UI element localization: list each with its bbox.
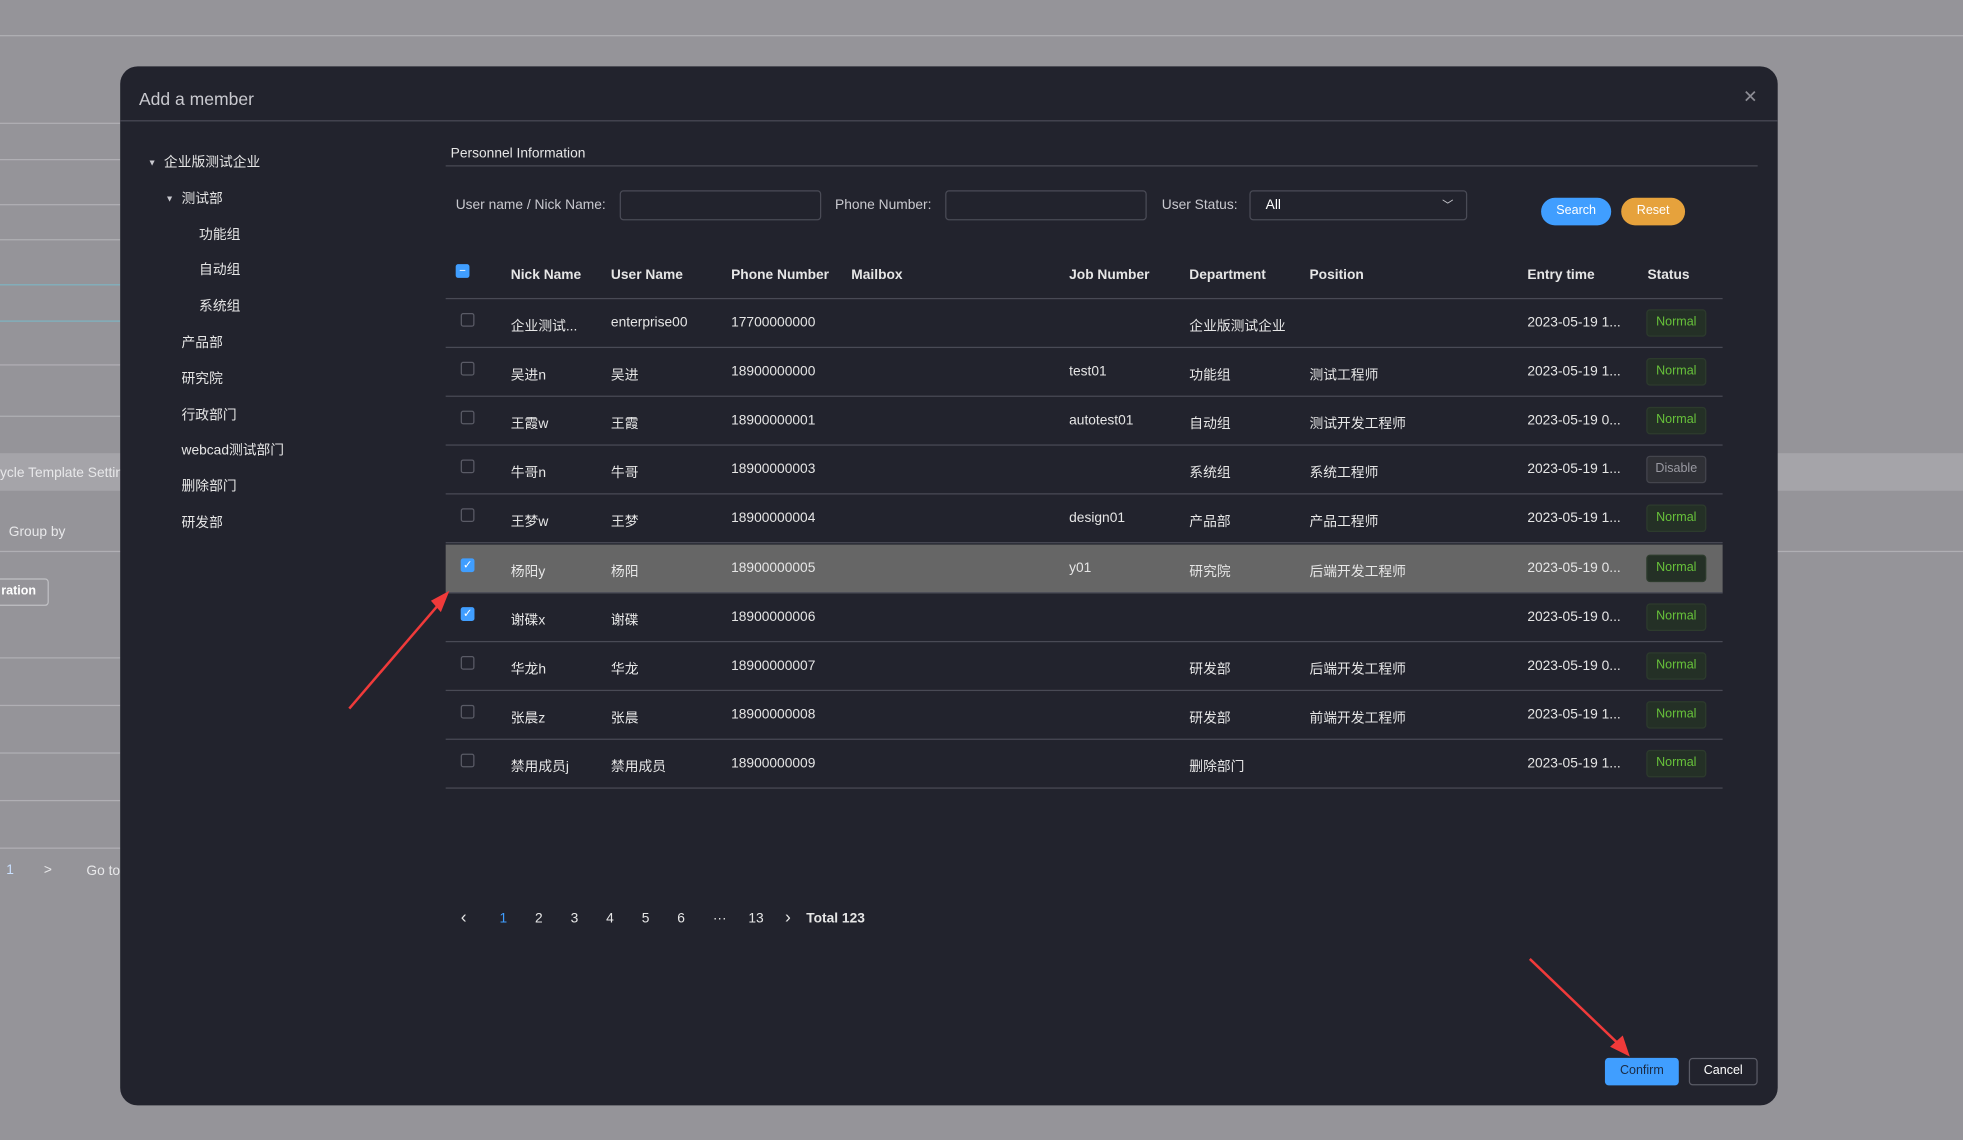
annotation-arrows [348,590,1630,1057]
arrow-icon [348,590,1630,1057]
